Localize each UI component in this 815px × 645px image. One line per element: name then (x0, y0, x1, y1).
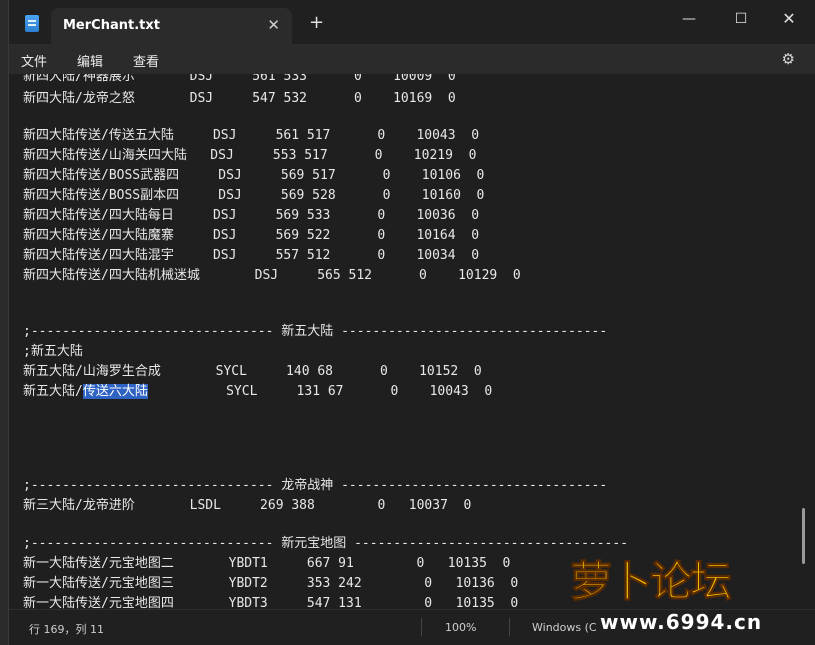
editor-line: 新一大陆传送/元宝地图三 YBDT2 353 242 0 10136 0 (23, 576, 519, 591)
minimize-button[interactable]: — (669, 6, 709, 32)
close-button[interactable]: ✕ (769, 6, 809, 32)
menu-file[interactable]: 文件 (21, 51, 47, 70)
editor-line: ;------------------------------- 新元宝地图 -… (23, 536, 629, 551)
tab-title: MerChant.txt (63, 18, 160, 33)
watermark-logo: 萝卜论坛 www.6994.cn (560, 548, 805, 640)
editor-line: 新四大陆/龙帝之怒 DSJ 547 532 0 10169 0 (23, 91, 456, 106)
editor-line: 新一大陆传送/元宝地图四 YBDT3 547 131 0 10135 0 (23, 596, 519, 610)
gear-icon[interactable]: ⚙ (782, 50, 795, 68)
editor-line: 新四大陆传送/山海关四大陆 DSJ 553 517 0 10219 0 (23, 148, 477, 163)
editor-line: 新四大陆传送/传送五大陆 DSJ 561 517 0 10043 0 (23, 128, 480, 143)
title-bar: MerChant.txt ✕ + — ☐ ✕ (9, 0, 815, 44)
status-divider (421, 618, 422, 636)
new-tab-button[interactable]: + (309, 12, 324, 33)
editor-line: 新四大陆传送/四大陆混宇 DSJ 557 512 0 10034 0 (23, 248, 480, 263)
status-divider (509, 618, 510, 636)
editor-line: 新三大陆/龙帝进阶 LSDL 269 388 0 10037 0 (23, 498, 472, 513)
menu-view[interactable]: 查看 (133, 51, 159, 70)
menu-edit[interactable]: 编辑 (77, 51, 103, 70)
editor-line: ;新五大陆 (23, 344, 83, 359)
line-suffix: SYCL 131 67 0 10043 0 (147, 384, 493, 399)
cursor-position: 行 169，列 11 (29, 623, 104, 636)
editor-line: 新四大陆传送/四大陆每日 DSJ 569 533 0 10036 0 (23, 208, 480, 223)
menu-bar: 文件 编辑 查看 ⚙ (9, 44, 815, 74)
zoom-level[interactable]: 100% (445, 621, 476, 634)
maximize-button[interactable]: ☐ (721, 6, 761, 32)
editor-line: 新四大陆/神器展示 DSJ 561 533 0 10009 0 (23, 74, 456, 84)
editor-line: ;------------------------------- 龙帝战神 --… (23, 478, 608, 493)
text-editor[interactable]: 新四大陆/神器展示 DSJ 561 533 0 10009 0 新四大陆/龙帝之… (9, 74, 815, 610)
text-selection[interactable]: 传送六大陆 (82, 384, 148, 399)
tab-close-icon[interactable]: ✕ (267, 16, 280, 34)
notepad-app-icon (25, 15, 39, 32)
editor-line: 新五大陆/山海罗生合成 SYCL 140 68 0 10152 0 (23, 364, 482, 379)
editor-line-selected: 新五大陆/传送六大陆 SYCL 131 67 0 10043 0 (23, 382, 492, 402)
editor-line: 新四大陆传送/BOSS武器四 DSJ 569 517 0 10106 0 (23, 168, 485, 183)
line-prefix: 新五大陆/ (23, 384, 83, 399)
tab-merchant[interactable]: MerChant.txt ✕ (51, 8, 292, 44)
editor-line: 新四大陆传送/BOSS副本四 DSJ 569 528 0 10160 0 (23, 188, 485, 203)
watermark-logo-text: 萝卜论坛 (569, 557, 732, 607)
editor-line: ;------------------------------- 新五大陆 --… (23, 324, 608, 339)
editor-line: 新四大陆传送/四大陆机械迷城 DSJ 565 512 0 10129 0 (23, 268, 521, 283)
desktop-background-strip (0, 0, 8, 645)
watermark-url: www.6994.cn (600, 610, 763, 634)
editor-line: 新一大陆传送/元宝地图二 YBDT1 667 91 0 10135 0 (23, 556, 511, 571)
editor-line: 新四大陆传送/四大陆魔寨 DSJ 569 522 0 10164 0 (23, 228, 480, 243)
